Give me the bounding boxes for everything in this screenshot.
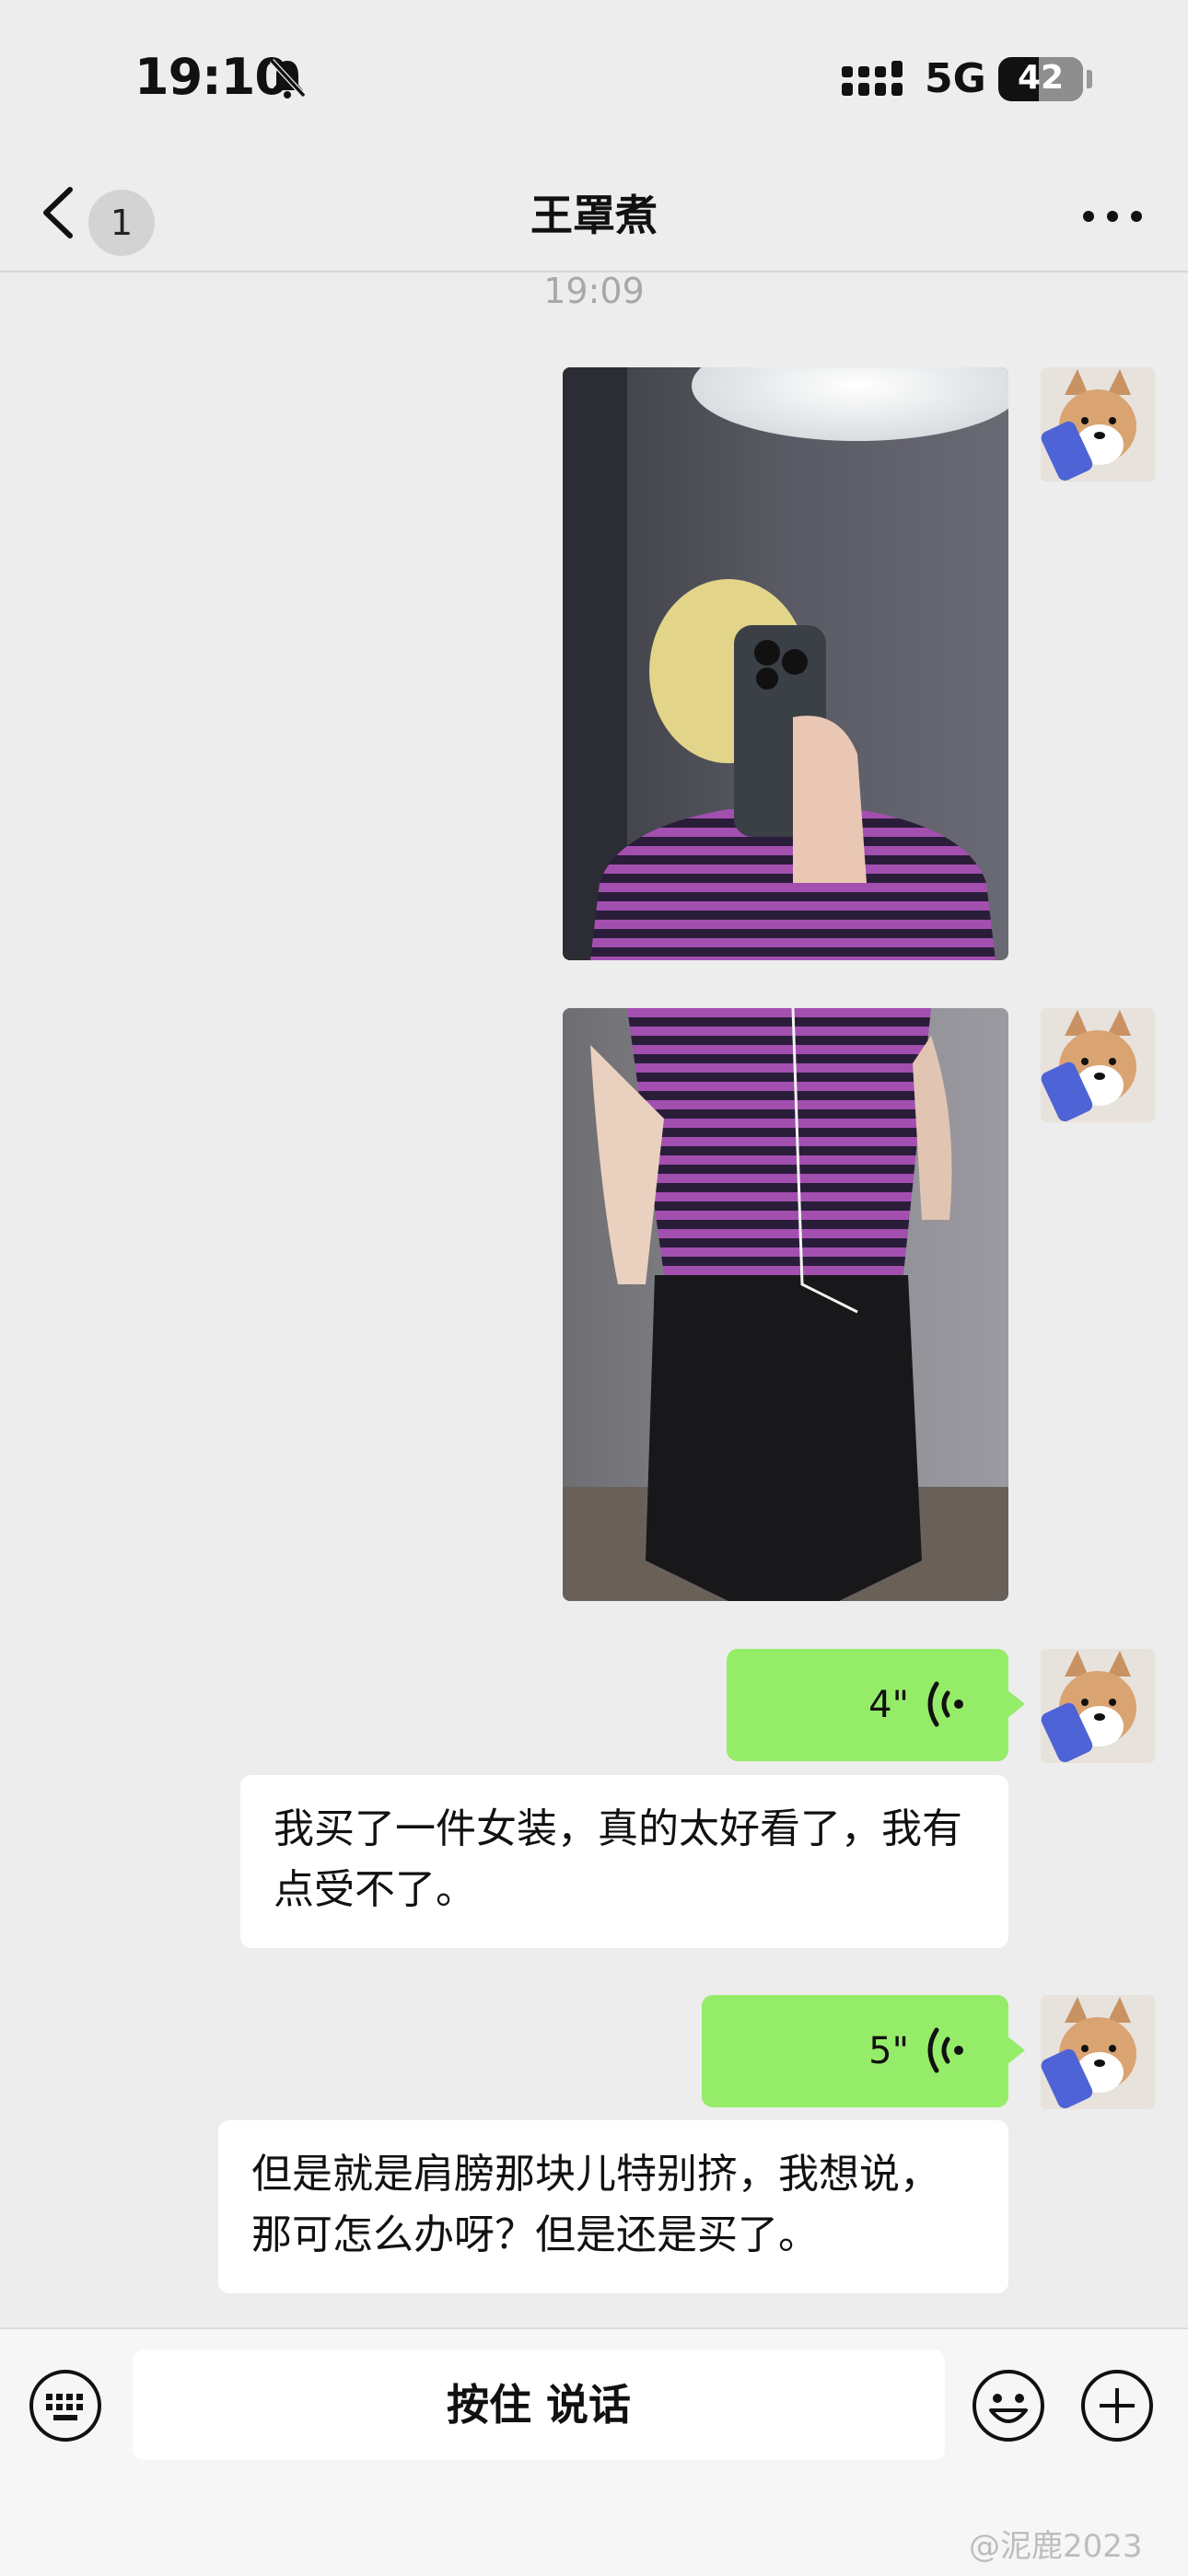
shiba-dog-avatar-image bbox=[1041, 1008, 1155, 1122]
message-timestamp: 19:09 bbox=[543, 271, 645, 311]
self-avatar[interactable] bbox=[1041, 367, 1155, 482]
shiba-dog-avatar-image bbox=[1041, 367, 1155, 482]
mirror-selfie-photo bbox=[563, 367, 1008, 960]
chat-header: 1 王罩煮 bbox=[0, 157, 1188, 273]
battery-tip bbox=[1087, 70, 1092, 88]
photo-message-selfie[interactable] bbox=[563, 367, 1008, 960]
shiba-dog-avatar-image bbox=[1041, 1649, 1155, 1763]
photo-message-outfit[interactable] bbox=[563, 1008, 1008, 1601]
self-avatar[interactable] bbox=[1041, 1008, 1155, 1122]
battery-level: 42 bbox=[1017, 59, 1065, 97]
voice-transcript-bubble: 我买了一件女装，真的太好看了，我有点受不了。 bbox=[240, 1775, 1008, 1948]
full-body-outfit-photo bbox=[563, 1008, 1008, 1601]
voice-duration: 4" bbox=[868, 1684, 909, 1726]
network-type: 5G bbox=[925, 55, 986, 102]
more-icon[interactable] bbox=[1076, 193, 1149, 239]
status-bar: 19:10 5G 42 bbox=[0, 0, 1188, 157]
voice-wave-icon bbox=[927, 1681, 963, 1727]
voice-message-bubble[interactable]: 5" bbox=[702, 1995, 1025, 2107]
chat-title: 王罩煮 bbox=[530, 191, 658, 240]
battery-icon: 42 bbox=[998, 57, 1083, 101]
watermark: @泥鹿2023 bbox=[969, 2528, 1143, 2565]
mute-bell-icon bbox=[269, 58, 307, 99]
self-avatar[interactable] bbox=[1041, 1649, 1155, 1763]
voice-message-bubble[interactable]: 4" bbox=[727, 1649, 1025, 1761]
voice-duration: 5" bbox=[868, 2030, 909, 2072]
shiba-dog-avatar-image bbox=[1041, 1995, 1155, 2109]
keyboard-icon[interactable] bbox=[28, 2368, 103, 2443]
status-time: 19:10 bbox=[134, 48, 289, 106]
plus-icon[interactable] bbox=[1079, 2368, 1155, 2443]
self-avatar[interactable] bbox=[1041, 1995, 1155, 2109]
signal-icon bbox=[842, 61, 903, 96]
emoji-icon[interactable] bbox=[971, 2368, 1046, 2443]
voice-wave-icon bbox=[927, 2027, 963, 2073]
hold-to-talk-button[interactable]: 按住 说话 bbox=[133, 2350, 945, 2460]
voice-transcript-bubble: 但是就是肩膀那块儿特别挤，我想说，那可怎么办呀？但是还是买了。 bbox=[218, 2120, 1008, 2293]
